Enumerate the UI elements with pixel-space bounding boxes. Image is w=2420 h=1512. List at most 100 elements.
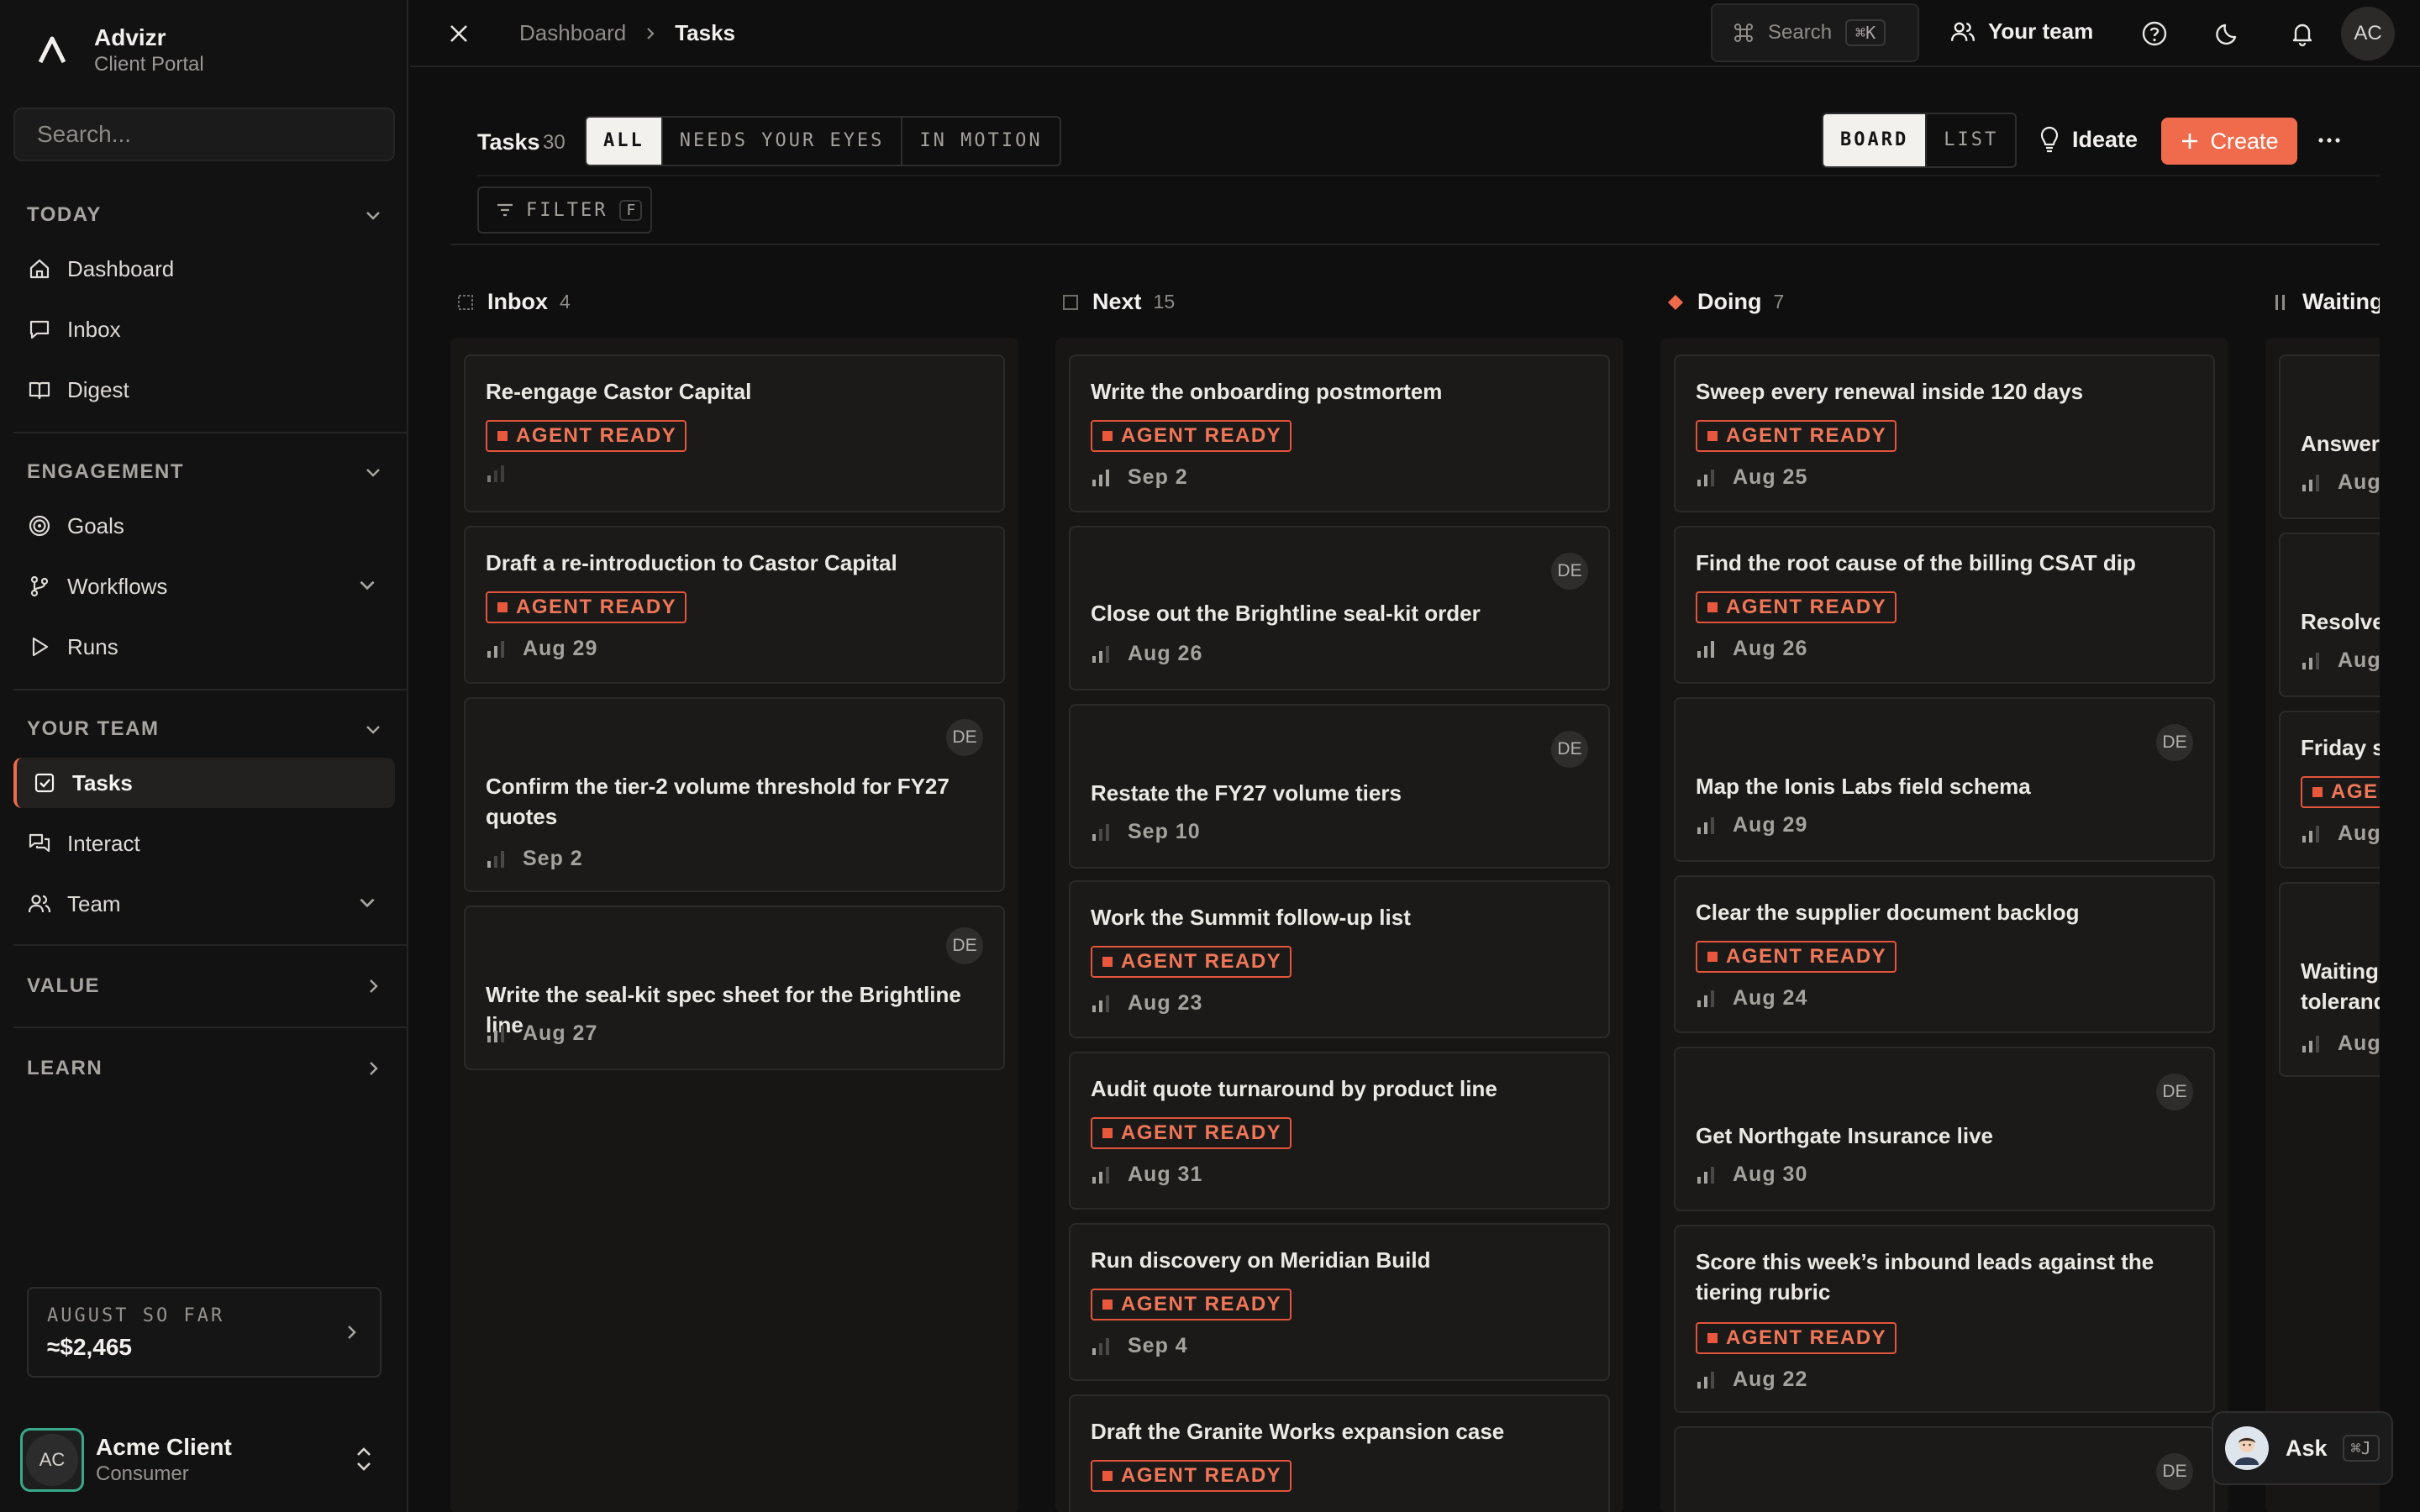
task-title: Draft a re-introduction to Castor Capita… — [486, 550, 897, 575]
view-toggle: BOARD LIST — [1822, 113, 2018, 168]
task-card[interactable]: Draft the Granite Works expansion case A… — [1069, 1394, 1610, 1512]
task-card[interactable]: Draft a re-introduction to Castor Capita… — [464, 526, 1005, 684]
task-card[interactable]: Sweep every renewal inside 120 days AGEN… — [1674, 354, 2215, 512]
column-title: Doing — [1697, 289, 1762, 314]
avatar[interactable]: AC — [2341, 7, 2395, 60]
task-title: Answer — [2301, 431, 2380, 456]
task-card[interactable]: DE — [1674, 1426, 2215, 1512]
task-card[interactable]: DE Map the Ionis Labs field schema Aug 2… — [1674, 697, 2215, 862]
sidebar-search-input[interactable]: Search... — [13, 108, 395, 161]
task-card[interactable]: Clear the supplier document backlog AGEN… — [1674, 875, 2215, 1033]
priority-bars-icon — [487, 1025, 504, 1042]
task-card[interactable]: Find the root cause of the billing CSAT … — [1674, 526, 2215, 684]
command-search-button[interactable]: Search ⌘K — [1711, 3, 1919, 62]
column-next: Next 15 Write the onboarding postmortem … — [1055, 277, 1623, 1512]
sidebar-item-dashboard[interactable]: Dashboard — [13, 244, 395, 294]
brand[interactable]: Advizr Client Portal — [25, 24, 204, 77]
task-card[interactable]: Score this week’s inbound leads against … — [1674, 1225, 2215, 1413]
section-value-toggle[interactable]: VALUE — [27, 969, 383, 1003]
task-card[interactable]: Resolve Aug — [2279, 533, 2380, 697]
task-meta — [486, 465, 523, 482]
task-card[interactable]: DE Restate the FY27 volume tiers Sep 10 — [1069, 704, 1610, 869]
due-date: Sep 2 — [523, 847, 583, 870]
column-doing: Doing 7 Sweep every renewal inside 120 d… — [1660, 277, 2228, 1512]
your-team-button[interactable]: Your team — [1949, 18, 2093, 45]
task-card[interactable]: Waiting tolerand Aug — [2279, 882, 2380, 1077]
sidebar-item-interact[interactable]: Interact — [13, 818, 395, 869]
sidebar-item-team[interactable]: Team — [13, 879, 395, 929]
priority-bars-icon — [1092, 1166, 1109, 1184]
task-meta: Aug 31 — [1091, 1163, 1202, 1187]
task-card[interactable]: Friday s AGENT READY Aug — [2279, 711, 2380, 869]
ask-assistant-button[interactable]: Ask ⌘J — [2212, 1411, 2393, 1485]
task-card[interactable]: Work the Summit follow-up list AGENT REA… — [1069, 880, 1610, 1038]
sidebar-item-runs[interactable]: Runs — [13, 622, 395, 672]
chevron-right-icon — [370, 979, 378, 993]
task-title: Resolve — [2301, 609, 2380, 634]
avatar: AC — [20, 1428, 84, 1492]
divider — [13, 944, 408, 946]
chat-icon — [27, 317, 52, 342]
task-card[interactable]: DE Get Northgate Insurance live Aug 30 — [1674, 1047, 2215, 1211]
task-card[interactable]: DE Close out the Brightline seal-kit ord… — [1069, 526, 1610, 690]
branch-icon — [27, 574, 52, 599]
account-switcher[interactable]: AC Acme Client Consumer — [20, 1428, 390, 1492]
sidebar-item-goals[interactable]: Goals — [13, 501, 395, 551]
section-learn-toggle[interactable]: LEARN — [27, 1052, 383, 1085]
page-title: Tasks — [477, 129, 540, 155]
create-label: Create — [2210, 128, 2279, 154]
create-button[interactable]: Create — [2161, 118, 2297, 165]
task-card[interactable]: DE Confirm the tier-2 volume threshold f… — [464, 697, 1005, 892]
checkbox-icon — [32, 770, 57, 795]
sidebar-item-workflows[interactable]: Workflows — [13, 561, 395, 612]
task-meta: Aug 29 — [1696, 813, 1807, 837]
due-date: Aug 26 — [1128, 642, 1203, 665]
brand-subtitle: Client Portal — [94, 53, 204, 76]
sidebar-item-inbox[interactable]: Inbox — [13, 304, 395, 354]
task-meta: Aug — [2301, 1032, 2380, 1056]
column-title: Waiting — [2302, 289, 2380, 314]
moon-icon[interactable] — [2213, 18, 2244, 49]
bell-icon[interactable] — [2287, 18, 2317, 49]
task-meta: Aug — [2301, 470, 2380, 495]
task-title: Get Northgate Insurance live — [1696, 1123, 1993, 1148]
task-meta: Aug 24 — [1696, 986, 1807, 1011]
task-card[interactable]: Answer Aug — [2279, 354, 2380, 519]
filter-button[interactable]: FILTER F — [477, 186, 652, 234]
agent-ready-badge: AGENT READY — [2301, 776, 2380, 808]
task-title: Score this week’s inbound leads against … — [1696, 1249, 2154, 1305]
column-header: Doing 7 — [1667, 289, 1784, 315]
board-view-button[interactable]: BOARD — [1823, 114, 1928, 166]
task-meta: Sep 10 — [1091, 820, 1201, 844]
more-options-icon[interactable] — [2316, 126, 2343, 155]
agent-ready-badge: AGENT READY — [1091, 420, 1292, 452]
spend-summary-card[interactable]: AUGUST SO FAR ≈$2,465 — [27, 1287, 381, 1378]
ideate-button[interactable]: Ideate — [2039, 126, 2138, 153]
section-engagement-toggle[interactable]: ENGAGEMENT — [27, 455, 383, 489]
task-title: Close out the Brightline seal-kit order — [1091, 601, 1481, 626]
kanban-board: Inbox 4 Re-engage Castor Capital AGENT R… — [450, 277, 2380, 1512]
tab-in-motion[interactable]: IN MOTION — [902, 118, 1059, 165]
task-card[interactable]: Re-engage Castor Capital AGENT READY — [464, 354, 1005, 512]
task-card[interactable]: DE Write the seal-kit spec sheet for the… — [464, 906, 1005, 1070]
tab-needs-your-eyes[interactable]: NEEDS YOUR EYES — [663, 118, 903, 165]
users-icon — [27, 891, 52, 916]
sidebar-item-digest[interactable]: Digest — [13, 365, 395, 415]
section-today-toggle[interactable]: TODAY — [27, 198, 383, 232]
task-title: Draft the Granite Works expansion case — [1091, 1419, 1505, 1444]
task-card[interactable]: Write the onboarding postmortem AGENT RE… — [1069, 354, 1610, 512]
task-card[interactable]: Run discovery on Meridian Build AGENT RE… — [1069, 1223, 1610, 1381]
task-card[interactable]: Audit quote turnaround by product line A… — [1069, 1052, 1610, 1210]
section-team-toggle[interactable]: YOUR TEAM — [27, 712, 383, 746]
spend-summary-value: ≈$2,465 — [47, 1334, 133, 1360]
priority-bars-icon — [1092, 995, 1109, 1012]
list-view-button[interactable]: LIST — [1927, 114, 2015, 166]
breadcrumb-dashboard[interactable]: Dashboard — [519, 20, 626, 46]
sidebar-item-tasks[interactable]: Tasks — [13, 758, 395, 808]
breadcrumb-tasks: Tasks — [675, 20, 735, 45]
help-icon[interactable] — [2139, 18, 2170, 49]
chevron-down-icon — [360, 898, 375, 908]
close-icon[interactable] — [444, 18, 474, 49]
tab-all[interactable]: ALL — [587, 118, 663, 165]
priority-bars-icon — [1697, 469, 1714, 486]
